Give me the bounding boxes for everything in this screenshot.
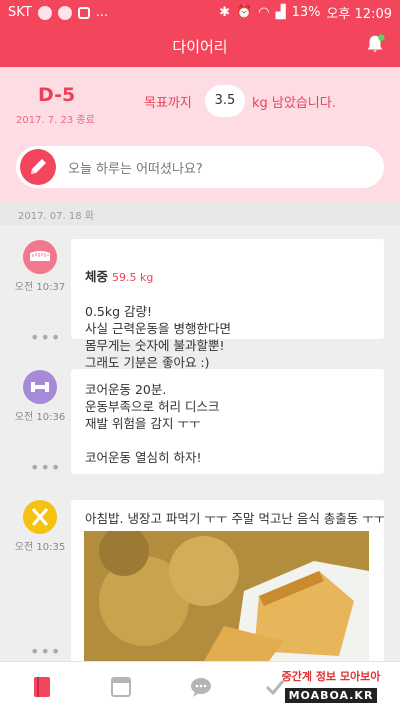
bluetooth-icon: ✱ — [219, 5, 231, 20]
dumbbell-icon — [23, 370, 57, 404]
goal-suffix: kg 남았습니다. — [252, 96, 336, 111]
write-button[interactable] — [20, 149, 56, 185]
entry-time: 오전 10:35 — [14, 542, 66, 553]
goal-prefix: 목표까지 — [144, 96, 192, 111]
calendar-icon[interactable] — [108, 674, 134, 700]
food-photo[interactable] — [84, 531, 369, 661]
entry-more-button[interactable]: ••• — [30, 328, 61, 347]
diary-entry-card[interactable]: 코어운동 20분. 운동부족으로 허리 디스크 재발 위험을 감지 ㅜㅜ 코어운… — [71, 369, 384, 474]
app-bar: 다이어리 — [0, 25, 400, 67]
weight-value: 59.5 kg — [112, 271, 154, 284]
diary-entry-card[interactable]: 체중 59.5 kg 0.5kg 감량! 사실 근력운동을 병행한다면 몸무게는 … — [71, 239, 384, 370]
talk-notification-icon — [37, 5, 52, 20]
wifi-icon: ◠ — [258, 5, 270, 20]
pencil-icon — [31, 159, 46, 174]
more-notifications: ... — [95, 5, 109, 20]
entry-text: 코어운동 20분. 운동부족으로 허리 디스크 재발 위험을 감지 ㅜㅜ 코어운… — [85, 382, 220, 465]
page-title: 다이어리 — [172, 38, 228, 56]
entry-more-button[interactable]: ••• — [30, 642, 61, 661]
goal-end-date: 2017. 7. 23 종료 — [16, 115, 95, 126]
status-bar: SKT ... ✱ ⏰ ◠ ▟ 13% 오후 12:09 — [0, 0, 400, 25]
watermark: 중간계 정보 모아보아 MOABOA.KR — [268, 668, 394, 703]
fork-knife-icon — [23, 500, 57, 534]
weight-label: 체중 — [85, 269, 109, 284]
diary-timeline[interactable]: 오전 10:37 ••• 체중 59.5 kg 0.5kg 감량! 사실 근력운동… — [0, 225, 400, 661]
scale-icon — [23, 240, 57, 274]
app-notification-icon — [57, 5, 72, 20]
clock-label: 오후 12:09 — [326, 7, 392, 22]
entry-time: 오전 10:37 — [14, 282, 66, 293]
write-placeholder: 오늘 하루는 어떠셨나요? — [68, 162, 203, 177]
watermark-text: 중간계 정보 모아보아 — [281, 670, 381, 683]
chat-icon[interactable] — [188, 674, 214, 700]
date-header: 2017. 07. 18 화 — [0, 201, 400, 225]
bell-icon[interactable] — [364, 33, 386, 55]
watermark-url: MOABOA.KR — [284, 688, 378, 703]
write-entry-input[interactable]: 오늘 하루는 어떠셨나요? — [16, 146, 384, 188]
gallery-notification-icon — [77, 6, 90, 19]
signal-icon: ▟ — [275, 5, 286, 20]
diary-entry-card[interactable]: 아침밥. 냉장고 파먹기 ㅜㅜ 주말 먹고난 음식 총출동 ㅜㅜ — [71, 500, 384, 661]
alarm-icon: ⏰ — [236, 5, 253, 20]
diary-book-icon[interactable] — [29, 674, 55, 700]
dday-counter: D-5 — [38, 84, 76, 106]
goal-remaining-value: 3.5 — [205, 85, 245, 117]
entry-text: 0.5kg 감량! 사실 근력운동을 병행한다면 몸무게는 숫자에 불과할뿐! … — [85, 304, 231, 370]
battery-label: 13% — [291, 5, 321, 20]
carrier-label: SKT — [8, 5, 32, 20]
entry-more-button[interactable]: ••• — [30, 458, 61, 477]
write-section: 오늘 하루는 어떠셨나요? — [0, 135, 400, 201]
entry-time: 오전 10:36 — [14, 412, 66, 423]
goal-panel: D-5 2017. 7. 23 종료 목표까지 3.5 kg 남았습니다. — [0, 67, 400, 135]
